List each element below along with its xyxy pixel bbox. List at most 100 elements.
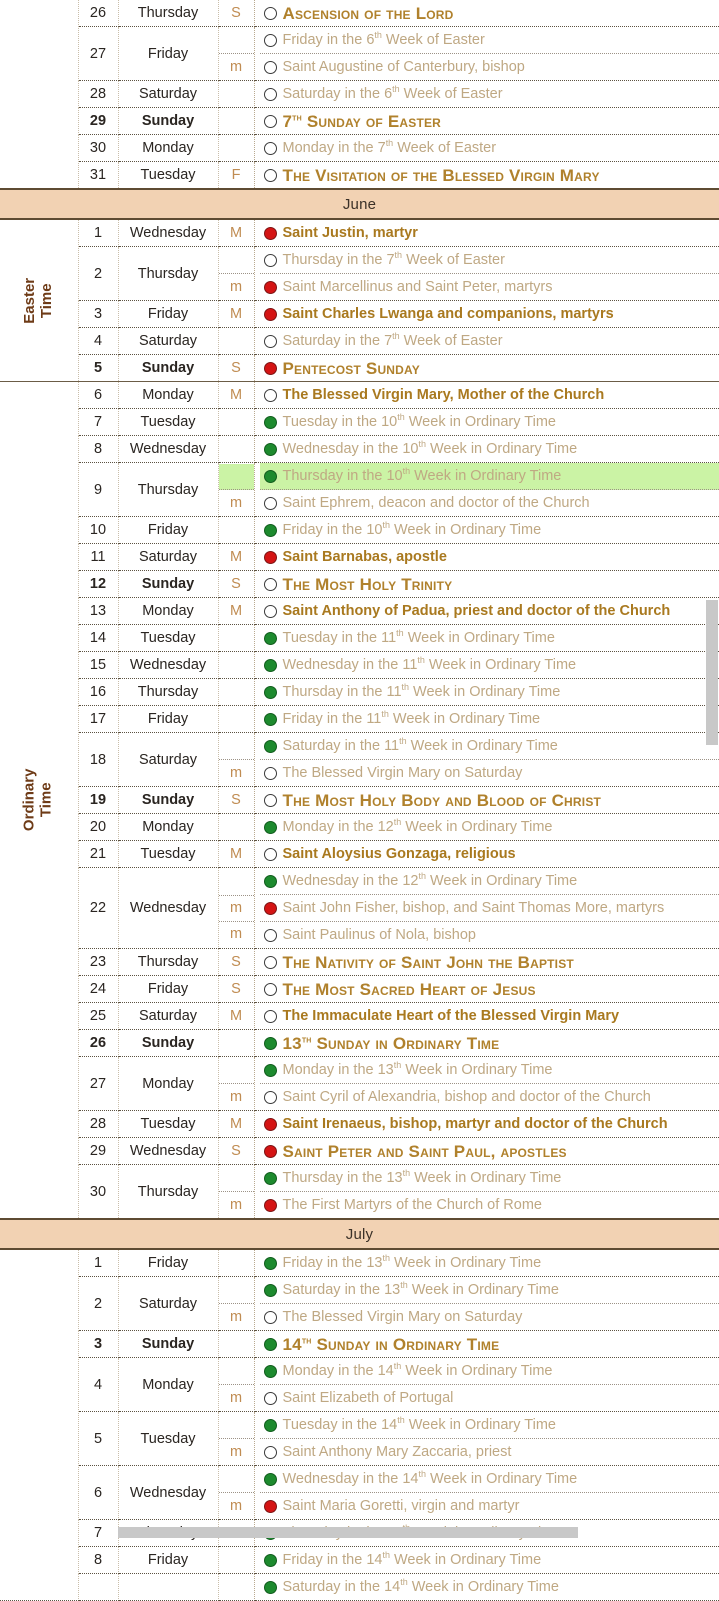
calendar-day-row[interactable]: 27FridaymFriday in the 6th Week of Easte…	[0, 27, 719, 81]
celebration-line[interactable]: Friday in the 10th Week in Ordinary Time	[260, 517, 719, 543]
calendar-day-row[interactable]: 29Sunday7th Sunday of Easter	[0, 108, 719, 135]
celebration-line[interactable]: Friday in the 13th Week in Ordinary Time	[260, 1250, 719, 1276]
calendar-day-row[interactable]: 26ThursdaySAscension of the Lord	[0, 0, 719, 27]
calendar-day-row[interactable]: 5TuesdaymTuesday in the 14th Week in Ord…	[0, 1412, 719, 1466]
calendar-day-row[interactable]: 13MondayMSaint Anthony of Padua, priest …	[0, 598, 719, 625]
celebration-line[interactable]: Saint Cyril of Alexandria, bishop and do…	[260, 1084, 719, 1110]
celebration-line[interactable]: Wednesday in the 10th Week in Ordinary T…	[260, 436, 719, 462]
calendar-day-row[interactable]: 30ThursdaymThursday in the 13th Week in …	[0, 1165, 719, 1220]
celebration-line[interactable]: Saint Marcellinus and Saint Peter, marty…	[260, 274, 719, 300]
calendar-day-row[interactable]: 4MondaymMonday in the 14th Week in Ordin…	[0, 1358, 719, 1412]
horizontal-scrollbar-thumb[interactable]	[118, 1527, 578, 1538]
celebration-line[interactable]: Friday in the 14th Week in Ordinary Time	[260, 1547, 719, 1573]
calendar-day-row[interactable]: 20MondayMonday in the 12th Week in Ordin…	[0, 814, 719, 841]
celebration-line[interactable]: Tuesday in the 10th Week in Ordinary Tim…	[260, 409, 719, 435]
calendar-day-row[interactable]: Ordinary Time6MondayMThe Blessed Virgin …	[0, 382, 719, 409]
calendar-day-row[interactable]: 30MondayMonday in the 7th Week of Easter	[0, 135, 719, 162]
calendar-day-row[interactable]: 8FridayFriday in the 14th Week in Ordina…	[0, 1547, 719, 1574]
calendar-day-row[interactable]: 31TuesdayFThe Visitation of the Blessed …	[0, 162, 719, 190]
calendar-day-row[interactable]: Saturday in the 14th Week in Ordinary Ti…	[0, 1574, 719, 1601]
calendar-day-row-today[interactable]: 9ThursdaymThursday in the 10th Week in O…	[0, 463, 719, 517]
celebration-line[interactable]: Tuesday in the 11th Week in Ordinary Tim…	[260, 625, 719, 651]
celebration-line[interactable]: The Visitation of the Blessed Virgin Mar…	[260, 162, 719, 188]
celebration-line[interactable]: Wednesday in the 14th Week in Ordinary T…	[260, 1466, 719, 1492]
celebration-line[interactable]: The Most Sacred Heart of Jesus	[260, 976, 719, 1002]
celebration-line[interactable]: The Most Holy Trinity	[260, 571, 719, 597]
celebration-line[interactable]: Tuesday in the 14th Week in Ordinary Tim…	[260, 1412, 719, 1438]
calendar-day-row[interactable]: 29WednesdaySSaint Peter and Saint Paul, …	[0, 1138, 719, 1165]
celebration-line[interactable]: Monday in the 13th Week in Ordinary Time	[260, 1057, 719, 1083]
calendar-day-row[interactable]: 23ThursdaySThe Nativity of Saint John th…	[0, 949, 719, 976]
celebration-line[interactable]: Saturday in the 6th Week of Easter	[260, 81, 719, 107]
celebration-line[interactable]: Saint Aloysius Gonzaga, religious	[260, 841, 719, 867]
celebration-line[interactable]: Saint Paulinus of Nola, bishop	[260, 922, 719, 948]
celebration-line[interactable]: 14th Sunday in Ordinary Time	[260, 1331, 719, 1357]
celebration-line[interactable]: 13th Sunday in Ordinary Time	[260, 1030, 719, 1056]
celebration-line[interactable]: Friday in the 11th Week in Ordinary Time	[260, 706, 719, 732]
calendar-day-row[interactable]: 2SaturdaymSaturday in the 13th Week in O…	[0, 1277, 719, 1331]
calendar-day-row[interactable]: 27MondaymMonday in the 13th Week in Ordi…	[0, 1057, 719, 1111]
celebration-line[interactable]: Saint Peter and Saint Paul, apostles	[260, 1138, 719, 1164]
celebration-line[interactable]: Wednesday in the 12th Week in Ordinary T…	[260, 868, 719, 894]
calendar-day-row[interactable]: 21TuesdayMSaint Aloysius Gonzaga, religi…	[0, 841, 719, 868]
calendar-day-row[interactable]: Easter Time1WednesdayMSaint Justin, mart…	[0, 219, 719, 247]
celebration-line[interactable]: Saint Maria Goretti, virgin and martyr	[260, 1493, 719, 1519]
celebration-line[interactable]: Saint Elizabeth of Portugal	[260, 1385, 719, 1411]
celebration-line[interactable]: Monday in the 14th Week in Ordinary Time	[260, 1358, 719, 1384]
celebration-line[interactable]: Saturday in the 11th Week in Ordinary Ti…	[260, 733, 719, 759]
celebration-line[interactable]: Thursday in the 13th Week in Ordinary Ti…	[260, 1165, 719, 1191]
vertical-scrollbar-thumb[interactable]	[706, 600, 718, 745]
calendar-day-row[interactable]: 22WednesdaymmWednesday in the 12th Week …	[0, 868, 719, 949]
celebration-line[interactable]: Saint Justin, martyr	[260, 220, 719, 246]
celebration-line[interactable]: Saint Ephrem, deacon and doctor of the C…	[260, 490, 719, 516]
calendar-day-row[interactable]: 17FridayFriday in the 11th Week in Ordin…	[0, 706, 719, 733]
celebration-line[interactable]: The Blessed Virgin Mary on Saturday	[260, 760, 719, 786]
celebration-line[interactable]: Saint Irenaeus, bishop, martyr and docto…	[260, 1111, 719, 1137]
calendar-day-row[interactable]: 14TuesdayTuesday in the 11th Week in Ord…	[0, 625, 719, 652]
celebration-line[interactable]: The Blessed Virgin Mary, Mother of the C…	[260, 382, 719, 408]
calendar-day-row[interactable]: 11SaturdayMSaint Barnabas, apostle	[0, 544, 719, 571]
celebration-line[interactable]: Saturday in the 14th Week in Ordinary Ti…	[260, 1574, 719, 1600]
calendar-day-row[interactable]: 8WednesdayWednesday in the 10th Week in …	[0, 436, 719, 463]
celebration-line[interactable]: Pentecost Sunday	[260, 355, 719, 381]
calendar-day-row[interactable]: 28SaturdaySaturday in the 6th Week of Ea…	[0, 81, 719, 108]
celebration-line[interactable]: Thursday in the 7th Week of Easter	[260, 247, 719, 273]
calendar-day-row[interactable]: 10FridayFriday in the 10th Week in Ordin…	[0, 517, 719, 544]
celebration-line[interactable]: The Blessed Virgin Mary on Saturday	[260, 1304, 719, 1330]
calendar-day-row[interactable]: 15WednesdayWednesday in the 11th Week in…	[0, 652, 719, 679]
calendar-day-row[interactable]: 16ThursdayThursday in the 11th Week in O…	[0, 679, 719, 706]
celebration-line[interactable]: Monday in the 12th Week in Ordinary Time	[260, 814, 719, 840]
calendar-day-row[interactable]: 6WednesdaymWednesday in the 14th Week in…	[0, 1466, 719, 1520]
celebration-line[interactable]: Saint Anthony of Padua, priest and docto…	[260, 598, 719, 624]
celebration-line[interactable]: Friday in the 6th Week of Easter	[260, 27, 719, 53]
celebration-line[interactable]: Saint Anthony Mary Zaccaria, priest	[260, 1439, 719, 1465]
celebration-line[interactable]: Saint Charles Lwanga and companions, mar…	[260, 301, 719, 327]
celebration-line[interactable]: Saturday in the 7th Week of Easter	[260, 328, 719, 354]
calendar-day-row[interactable]: 3Sunday14th Sunday in Ordinary Time	[0, 1331, 719, 1358]
calendar-day-row[interactable]: 2ThursdaymThursday in the 7th Week of Ea…	[0, 247, 719, 301]
celebration-line[interactable]: Thursday in the 11th Week in Ordinary Ti…	[260, 679, 719, 705]
celebration-line[interactable]: Saturday in the 13th Week in Ordinary Ti…	[260, 1277, 719, 1303]
celebration-line[interactable]: Monday in the 7th Week of Easter	[260, 135, 719, 161]
calendar-day-row[interactable]: 19SundaySThe Most Holy Body and Blood of…	[0, 787, 719, 814]
celebration-line[interactable]: Saint Barnabas, apostle	[260, 544, 719, 570]
celebration-line[interactable]: The Most Holy Body and Blood of Christ	[260, 787, 719, 813]
calendar-day-row[interactable]: 5SundaySPentecost Sunday	[0, 355, 719, 382]
calendar-day-row[interactable]: 3FridayMSaint Charles Lwanga and compani…	[0, 301, 719, 328]
calendar-day-row[interactable]: 25SaturdayMThe Immaculate Heart of the B…	[0, 1003, 719, 1030]
calendar-day-row[interactable]: 12SundaySThe Most Holy Trinity	[0, 571, 719, 598]
calendar-day-row[interactable]: 1FridayFriday in the 13th Week in Ordina…	[0, 1249, 719, 1277]
celebration-line[interactable]: The Immaculate Heart of the Blessed Virg…	[260, 1003, 719, 1029]
calendar-day-row[interactable]: 24FridaySThe Most Sacred Heart of Jesus	[0, 976, 719, 1003]
vertical-scrollbar[interactable]	[705, 0, 719, 1538]
calendar-day-row[interactable]: 28TuesdayMSaint Irenaeus, bishop, martyr…	[0, 1111, 719, 1138]
celebration-line[interactable]: Wednesday in the 11th Week in Ordinary T…	[260, 652, 719, 678]
celebration-line[interactable]: Saint John Fisher, bishop, and Saint Tho…	[260, 895, 719, 921]
celebration-line[interactable]: 7th Sunday of Easter	[260, 108, 719, 134]
calendar-day-row[interactable]: 7TuesdayTuesday in the 10th Week in Ordi…	[0, 409, 719, 436]
calendar-day-row[interactable]: 18SaturdaymSaturday in the 11th Week in …	[0, 733, 719, 787]
calendar-day-row[interactable]: 4SaturdaySaturday in the 7th Week of Eas…	[0, 328, 719, 355]
celebration-line[interactable]: Ascension of the Lord	[260, 0, 719, 26]
celebration-line[interactable]: The First Martyrs of the Church of Rome	[260, 1192, 719, 1218]
celebration-line[interactable]: Saint Augustine of Canterbury, bishop	[260, 54, 719, 80]
